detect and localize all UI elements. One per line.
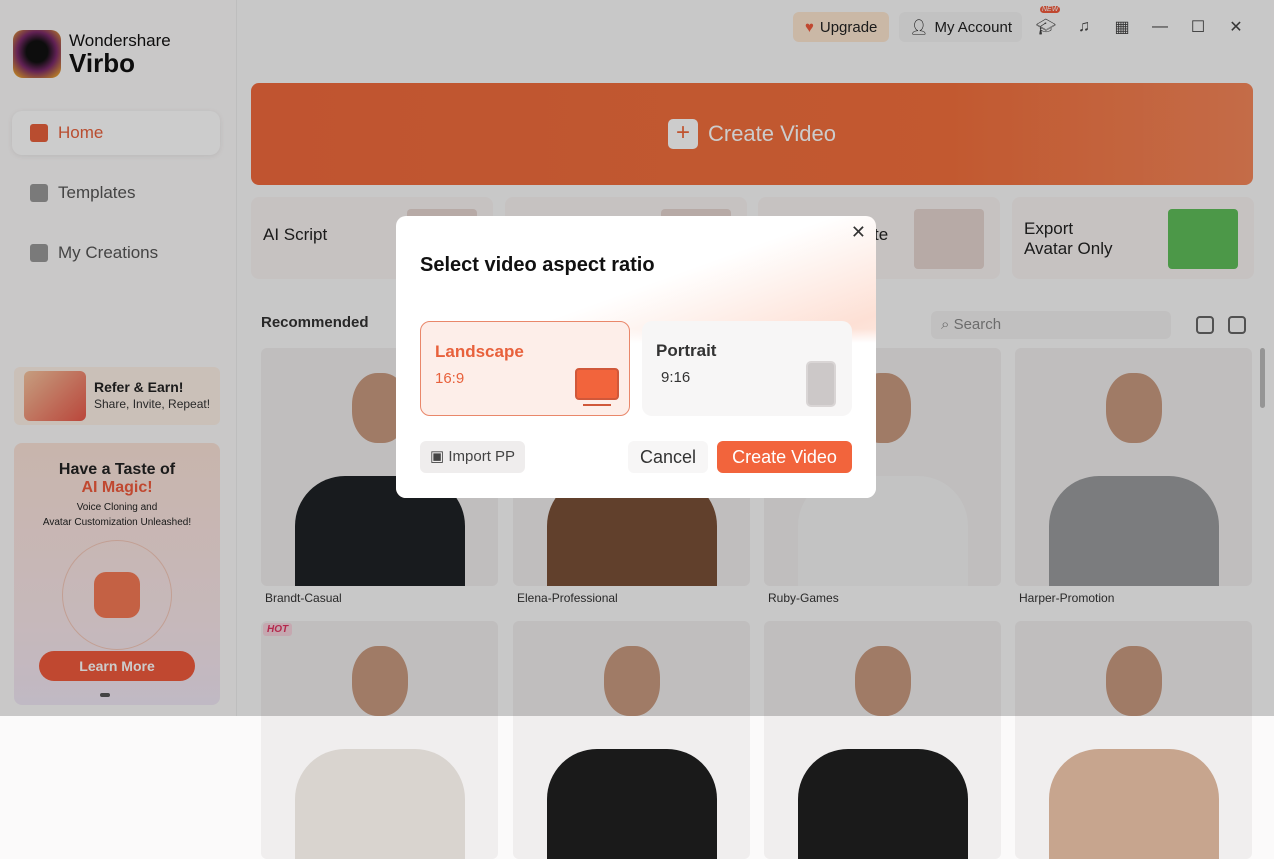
import-ppt-button[interactable]: ▣ Import PP xyxy=(420,441,526,473)
phone-icon xyxy=(806,361,836,407)
avatar-body xyxy=(294,749,465,859)
import-label: Import PP xyxy=(448,448,516,465)
option-portrait[interactable]: Portrait 9:16 xyxy=(642,321,852,416)
monitor-icon xyxy=(575,368,619,400)
option-label: Portrait xyxy=(656,341,717,360)
close-icon[interactable]: ✕ xyxy=(851,222,866,243)
avatar-body xyxy=(546,749,717,859)
cancel-button[interactable]: Cancel xyxy=(628,441,708,473)
aspect-ratio-dialog: Select video aspect ratio ✕ Landscape 16… xyxy=(396,216,876,498)
option-label: Landscape xyxy=(435,342,524,361)
create-video-button[interactable]: Create Video xyxy=(717,441,852,473)
avatar-body xyxy=(1048,749,1219,859)
dialog-title: Select video aspect ratio xyxy=(420,254,655,276)
avatar-body xyxy=(797,749,968,859)
option-landscape[interactable]: Landscape 16:9 xyxy=(420,321,630,416)
ppt-icon: ▣ xyxy=(430,448,445,465)
